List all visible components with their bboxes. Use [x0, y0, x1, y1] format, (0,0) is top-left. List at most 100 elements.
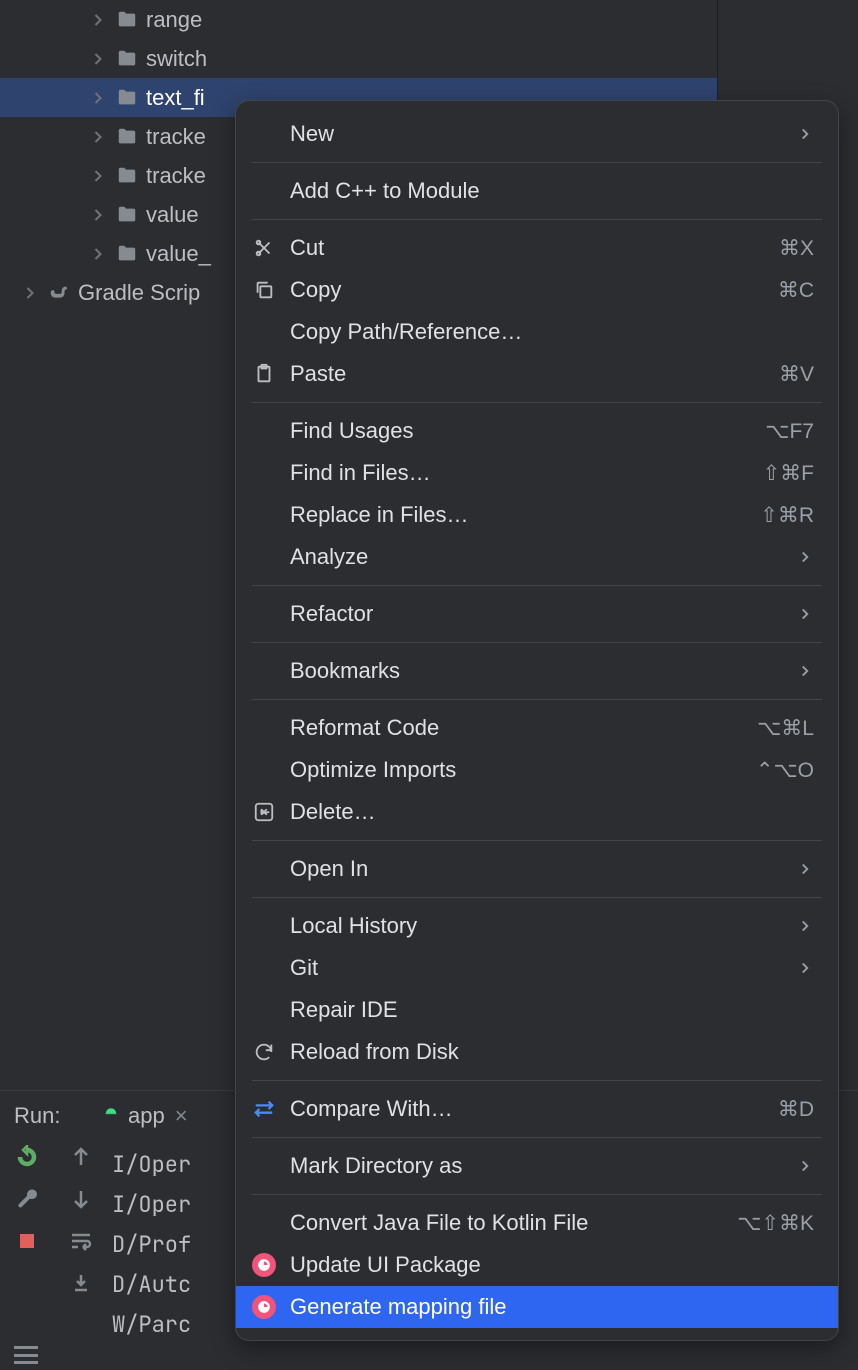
paste-icon [252, 362, 276, 386]
menu-item-reformat-code[interactable]: Reformat Code⌥⌘L [236, 707, 838, 749]
folder-icon [114, 204, 140, 226]
menu-item-cut[interactable]: Cut⌘X [236, 227, 838, 269]
menu-item-copy-path-reference[interactable]: Copy Path/Reference… [236, 311, 838, 353]
menu-label: Compare With… [290, 1096, 778, 1122]
menu-item-mark-directory-as[interactable]: Mark Directory as [236, 1145, 838, 1187]
folder-icon [114, 48, 140, 70]
chevron-right-icon [88, 127, 108, 147]
android-icon [100, 1105, 122, 1127]
pink-icon [252, 1253, 276, 1277]
menu-item-git[interactable]: Git [236, 947, 838, 989]
folder-icon [114, 243, 140, 265]
menu-divider [252, 897, 822, 898]
menu-item-refactor[interactable]: Refactor [236, 593, 838, 635]
menu-label: Analyze [290, 544, 796, 570]
menu-item-compare-with[interactable]: Compare With…⌘D [236, 1088, 838, 1130]
delete-icon [252, 800, 276, 824]
menu-label: Git [290, 955, 796, 981]
arrow-down-icon[interactable] [69, 1187, 93, 1211]
stop-icon[interactable] [15, 1229, 39, 1253]
menu-item-reload-from-disk[interactable]: Reload from Disk [236, 1031, 838, 1073]
chevron-right-icon [796, 548, 814, 566]
chevron-right-icon [796, 959, 814, 977]
menu-item-optimize-imports[interactable]: Optimize Imports⌃⌥O [236, 749, 838, 791]
status-bar-icon[interactable] [14, 1346, 38, 1364]
menu-item-paste[interactable]: Paste⌘V [236, 353, 838, 395]
copy-icon [252, 278, 276, 302]
menu-shortcut: ⇧⌘F [763, 461, 814, 486]
tree-item-1[interactable]: switch [0, 39, 717, 78]
menu-label: Open In [290, 856, 796, 882]
menu-item-update-ui-package[interactable]: Update UI Package [236, 1244, 838, 1286]
menu-divider [252, 219, 822, 220]
tree-label: value [146, 202, 199, 228]
menu-item-find-in-files[interactable]: Find in Files…⇧⌘F [236, 452, 838, 494]
menu-item-add-c-to-module[interactable]: Add C++ to Module [236, 170, 838, 212]
menu-item-open-in[interactable]: Open In [236, 848, 838, 890]
tree-label: range [146, 7, 202, 33]
menu-shortcut: ⌥F7 [765, 419, 814, 444]
menu-shortcut: ⌃⌥O [756, 758, 814, 783]
compare-icon [252, 1097, 276, 1121]
menu-label: Find Usages [290, 418, 765, 444]
chevron-right-icon [88, 49, 108, 69]
menu-shortcut: ⌘V [779, 362, 814, 387]
menu-item-bookmarks[interactable]: Bookmarks [236, 650, 838, 692]
chevron-right-icon [796, 662, 814, 680]
menu-item-delete[interactable]: Delete… [236, 791, 838, 833]
run-tab[interactable]: app × [90, 1099, 198, 1133]
menu-item-analyze[interactable]: Analyze [236, 536, 838, 578]
menu-label: Convert Java File to Kotlin File [290, 1210, 737, 1236]
menu-divider [252, 1137, 822, 1138]
menu-label: Mark Directory as [290, 1153, 796, 1179]
scroll-to-end-icon[interactable] [69, 1271, 93, 1295]
menu-item-find-usages[interactable]: Find Usages⌥F7 [236, 410, 838, 452]
menu-label: Reformat Code [290, 715, 757, 741]
menu-item-new[interactable]: New [236, 113, 838, 155]
menu-item-replace-in-files[interactable]: Replace in Files…⇧⌘R [236, 494, 838, 536]
cut-icon [252, 236, 276, 260]
tree-item-0[interactable]: range [0, 0, 717, 39]
menu-divider [252, 585, 822, 586]
chevron-right-icon [796, 605, 814, 623]
menu-label: Local History [290, 913, 796, 939]
chevron-right-icon [88, 166, 108, 186]
menu-item-copy[interactable]: Copy⌘C [236, 269, 838, 311]
menu-item-generate-mapping-file[interactable]: Generate mapping file [236, 1286, 838, 1328]
pink-icon [252, 1295, 276, 1319]
tree-label: value_ [146, 241, 211, 267]
soft-wrap-icon[interactable] [69, 1229, 93, 1253]
run-tab-label: app [128, 1103, 165, 1129]
menu-item-convert-java-file-to-kotlin-file[interactable]: Convert Java File to Kotlin File⌥⇧⌘K [236, 1202, 838, 1244]
reload-icon [252, 1040, 276, 1064]
arrow-up-icon[interactable] [69, 1145, 93, 1169]
menu-label: Repair IDE [290, 997, 814, 1023]
folder-icon [114, 87, 140, 109]
context-menu: New Add C++ to Module Cut⌘XCopy⌘CCopy Path… [235, 100, 839, 1341]
menu-divider [252, 402, 822, 403]
chevron-right-icon [796, 1157, 814, 1175]
menu-label: Bookmarks [290, 658, 796, 684]
menu-item-repair-ide[interactable]: Repair IDE [236, 989, 838, 1031]
menu-divider [252, 840, 822, 841]
menu-label: Refactor [290, 601, 796, 627]
menu-divider [252, 1194, 822, 1195]
menu-label: Add C++ to Module [290, 178, 814, 204]
gradle-icon [46, 282, 72, 304]
tree-label: tracke [146, 163, 206, 189]
menu-label: Paste [290, 361, 779, 387]
run-toolbar-1 [0, 1091, 54, 1370]
folder-icon [114, 9, 140, 31]
wrench-icon[interactable] [15, 1187, 39, 1211]
menu-item-local-history[interactable]: Local History [236, 905, 838, 947]
chevron-right-icon [20, 283, 40, 303]
folder-icon [114, 165, 140, 187]
chevron-right-icon [796, 917, 814, 935]
folder-icon [114, 126, 140, 148]
rerun-icon[interactable] [15, 1145, 39, 1169]
tree-label: text_fi [146, 85, 205, 111]
menu-label: Update UI Package [290, 1252, 814, 1278]
close-tab-icon[interactable]: × [175, 1103, 188, 1129]
chevron-right-icon [88, 88, 108, 108]
menu-shortcut: ⇧⌘R [760, 503, 814, 528]
